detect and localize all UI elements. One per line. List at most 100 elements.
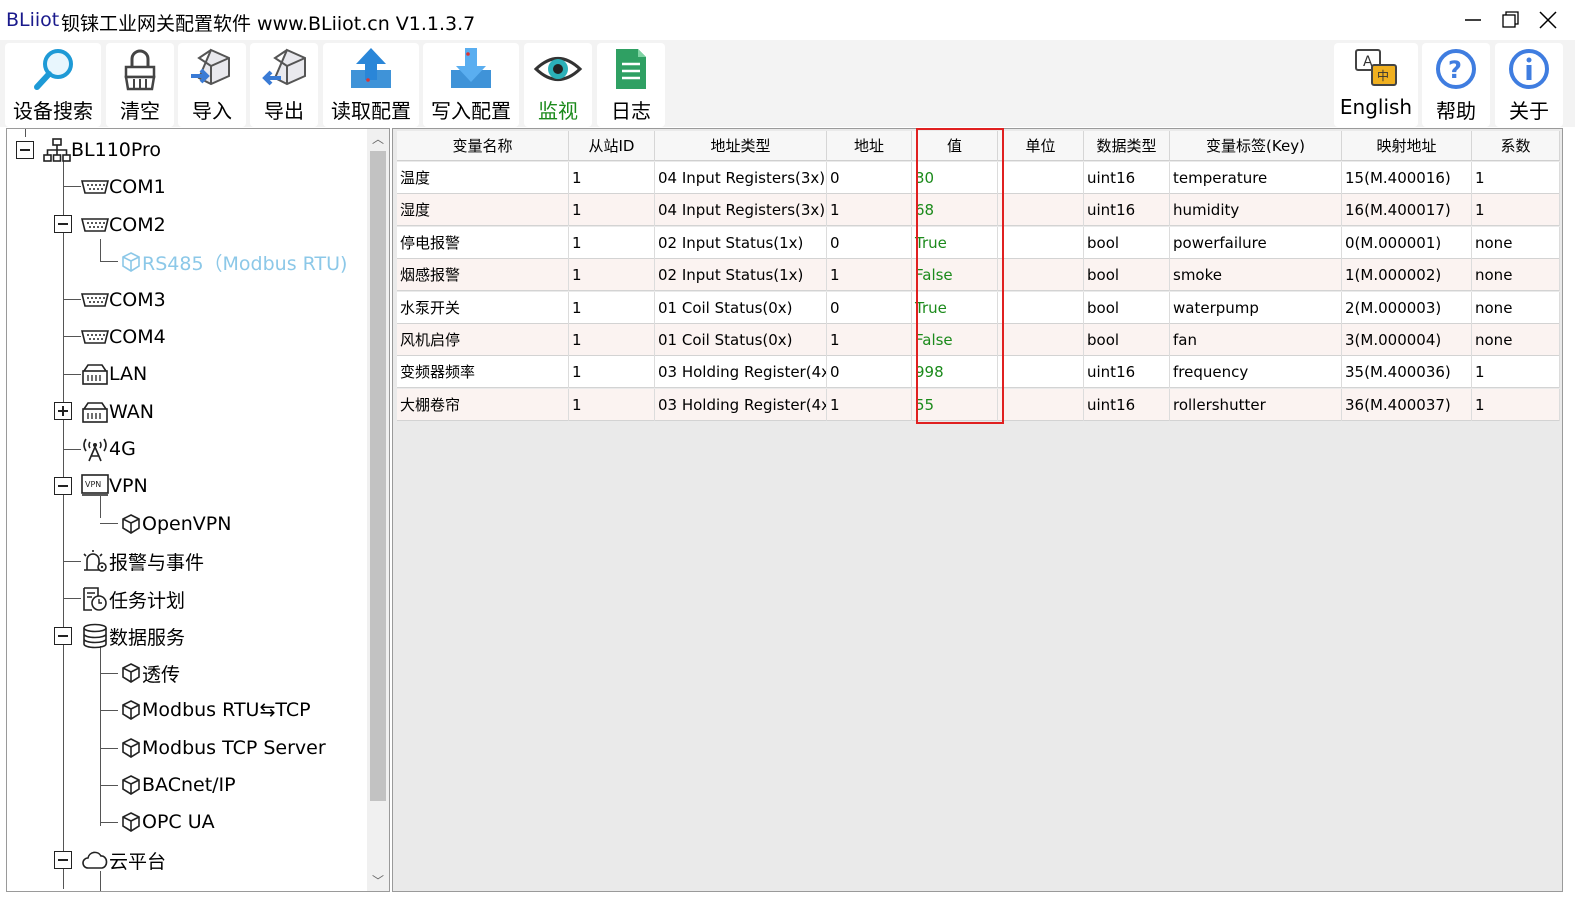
- cell-data-type[interactable]: uint16: [1084, 388, 1170, 421]
- restore-icon[interactable]: [1495, 6, 1525, 34]
- write-config-button[interactable]: 写入配置: [423, 43, 519, 127]
- cell-address[interactable]: 1: [827, 259, 912, 292]
- column-header-coefficient[interactable]: 系数: [1472, 131, 1560, 161]
- column-header-value[interactable]: 值: [912, 131, 998, 161]
- collapse-dataservice-icon[interactable]: [54, 627, 72, 645]
- tree-scrollbar[interactable]: ︿ ﹀: [367, 129, 389, 891]
- log-button[interactable]: 日志: [597, 43, 665, 127]
- cell-key[interactable]: waterpump: [1170, 291, 1342, 324]
- collapse-vpn-icon[interactable]: [54, 477, 72, 495]
- cell-address-type[interactable]: 04 Input Registers(3x): [655, 162, 827, 194]
- cell-key[interactable]: temperature: [1170, 162, 1342, 194]
- cell-name[interactable]: 变频器频率: [397, 356, 569, 389]
- cell-address[interactable]: 0: [827, 291, 912, 324]
- cell-mapped-address[interactable]: 36(M.400037): [1342, 388, 1472, 421]
- cell-data-type[interactable]: bool: [1084, 259, 1170, 292]
- cell-address[interactable]: 1: [827, 324, 912, 356]
- cell-mapped-address[interactable]: 16(M.400017): [1342, 194, 1472, 227]
- column-header-unit[interactable]: 单位: [998, 131, 1084, 161]
- cell-address-type[interactable]: 01 Coil Status(0x): [655, 291, 827, 324]
- cell-address[interactable]: 0: [827, 162, 912, 194]
- cell-name[interactable]: 烟感报警: [397, 259, 569, 292]
- cell-unit[interactable]: [998, 388, 1084, 421]
- cell-value[interactable]: 68: [912, 194, 998, 227]
- cell-data-type[interactable]: bool: [1084, 291, 1170, 324]
- table-row[interactable]: 变频器频率 1 03 Holding Register(4x) 0 998 uint16 f…: [397, 356, 1560, 389]
- tree-node-lan[interactable]: LAN: [81, 358, 147, 390]
- cell-key[interactable]: rollershutter: [1170, 388, 1342, 421]
- cell-address[interactable]: 1: [827, 194, 912, 227]
- table-row[interactable]: 风机启停 1 01 Coil Status(0x) 1 False bool fan 3(M.…: [397, 324, 1560, 356]
- cell-mapped-address[interactable]: 35(M.400036): [1342, 356, 1472, 389]
- cell-unit[interactable]: [998, 226, 1084, 259]
- close-icon[interactable]: [1533, 6, 1563, 34]
- cell-mapped-address[interactable]: 3(M.000004): [1342, 324, 1472, 356]
- tree-node-opcua[interactable]: OPC UA: [120, 806, 215, 838]
- cell-slave-id[interactable]: 1: [569, 356, 655, 389]
- cell-unit[interactable]: [998, 356, 1084, 389]
- expand-wan-icon[interactable]: [54, 402, 72, 420]
- cell-mapped-address[interactable]: 1(M.000002): [1342, 259, 1472, 292]
- cell-slave-id[interactable]: 1: [569, 194, 655, 227]
- cell-slave-id[interactable]: 1: [569, 388, 655, 421]
- tree-node-vpn[interactable]: VPN VPN: [81, 470, 148, 502]
- cell-coefficient[interactable]: none: [1472, 324, 1560, 356]
- cell-coefficient[interactable]: 1: [1472, 194, 1560, 227]
- cell-slave-id[interactable]: 1: [569, 324, 655, 356]
- column-header-mapped-address[interactable]: 映射地址: [1342, 131, 1472, 161]
- import-button[interactable]: 导入: [178, 43, 246, 127]
- column-header-address-type[interactable]: 地址类型: [655, 131, 827, 161]
- cell-unit[interactable]: [998, 194, 1084, 227]
- tree-node-com2[interactable]: COM2: [81, 209, 166, 241]
- table-row[interactable]: 烟感报警 1 02 Input Status(1x) 1 False bool smoke 1…: [397, 259, 1560, 292]
- collapse-cloud-icon[interactable]: [54, 851, 72, 869]
- cell-address-type[interactable]: 02 Input Status(1x): [655, 259, 827, 292]
- cell-value[interactable]: False: [912, 259, 998, 292]
- cell-value[interactable]: 30: [912, 162, 998, 194]
- collapse-com2-icon[interactable]: [54, 215, 72, 233]
- device-search-button[interactable]: 设备搜索: [5, 43, 101, 127]
- tree-node-rs485[interactable]: RS485（Modbus RTU): [120, 246, 347, 278]
- tree-node-com1[interactable]: COM1: [81, 171, 166, 203]
- cell-coefficient[interactable]: 1: [1472, 356, 1560, 389]
- cell-coefficient[interactable]: none: [1472, 259, 1560, 292]
- column-header-slave-id[interactable]: 从站ID: [569, 131, 655, 161]
- tree-node-root[interactable]: BL110Pro: [43, 134, 161, 166]
- tree-node-dataservice[interactable]: 数据服务: [81, 620, 185, 652]
- tree-node-com3[interactable]: COM3: [81, 284, 166, 316]
- tree-node-bacnet[interactable]: BACnet/IP: [120, 769, 236, 801]
- cell-slave-id[interactable]: 1: [569, 259, 655, 292]
- tree-node-wan[interactable]: WAN: [81, 396, 154, 428]
- cell-slave-id[interactable]: 1: [569, 226, 655, 259]
- table-row[interactable]: 湿度 1 04 Input Registers(3x) 1 68 uint16 humidi…: [397, 194, 1560, 227]
- table-row[interactable]: 水泵开关 1 01 Coil Status(0x) 0 True bool waterpum…: [397, 291, 1560, 324]
- tree-node-4g[interactable]: 4G: [81, 433, 136, 465]
- cell-name[interactable]: 湿度: [397, 194, 569, 227]
- scroll-down-icon[interactable]: ﹀: [367, 871, 389, 891]
- cell-address-type[interactable]: 01 Coil Status(0x): [655, 324, 827, 356]
- cell-coefficient[interactable]: 1: [1472, 388, 1560, 421]
- cell-key[interactable]: frequency: [1170, 356, 1342, 389]
- cell-key[interactable]: humidity: [1170, 194, 1342, 227]
- table-row[interactable]: 温度 1 04 Input Registers(3x) 0 30 uint16 temper…: [397, 162, 1560, 194]
- cell-address-type[interactable]: 03 Holding Register(4x): [655, 388, 827, 421]
- cell-key[interactable]: smoke: [1170, 259, 1342, 292]
- tree-node-modbus-tcp-server[interactable]: Modbus TCP Server: [120, 732, 326, 764]
- cell-mapped-address[interactable]: 15(M.400016): [1342, 162, 1472, 194]
- cell-name[interactable]: 温度: [397, 162, 569, 194]
- cell-address[interactable]: 0: [827, 226, 912, 259]
- tree-node-cloud[interactable]: 云平台: [81, 844, 166, 876]
- cell-unit[interactable]: [998, 259, 1084, 292]
- cell-coefficient[interactable]: none: [1472, 226, 1560, 259]
- table-row[interactable]: 大棚卷帘 1 03 Holding Register(4x) 1 55 uint16 rol…: [397, 388, 1560, 421]
- cell-value[interactable]: False: [912, 324, 998, 356]
- tree-node-com4[interactable]: COM4: [81, 321, 166, 353]
- monitor-button[interactable]: 监视: [524, 43, 592, 127]
- cell-address[interactable]: 0: [827, 356, 912, 389]
- cell-key[interactable]: powerfailure: [1170, 226, 1342, 259]
- cell-value[interactable]: True: [912, 226, 998, 259]
- cell-name[interactable]: 水泵开关: [397, 291, 569, 324]
- cell-key[interactable]: fan: [1170, 324, 1342, 356]
- cell-unit[interactable]: [998, 324, 1084, 356]
- tree-node-alarm[interactable]: 报警与事件: [81, 545, 204, 577]
